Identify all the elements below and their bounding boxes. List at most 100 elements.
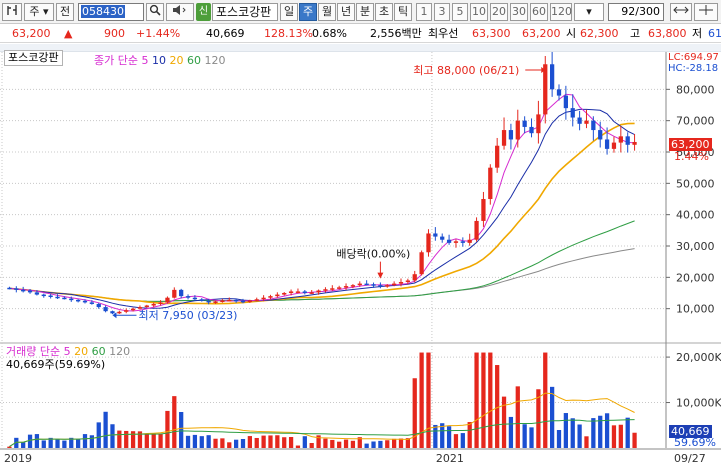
candle-body bbox=[625, 136, 630, 145]
period-tab-0[interactable]: 일 bbox=[280, 3, 298, 21]
candle-body bbox=[179, 289, 184, 297]
candle-body bbox=[62, 297, 67, 300]
candle-body bbox=[89, 302, 94, 304]
minute-tab-30[interactable]: 30 bbox=[510, 3, 528, 21]
volume-bar bbox=[515, 386, 520, 448]
candle-body bbox=[76, 299, 81, 302]
candle-body bbox=[611, 142, 617, 149]
price-tick-label: 80,000 bbox=[676, 83, 715, 96]
price-legend-prefix: 종가 단순 bbox=[94, 54, 138, 67]
volume-bar bbox=[268, 435, 273, 448]
chart-type-icon[interactable] bbox=[2, 3, 22, 21]
minute-tab-1[interactable]: 1 bbox=[416, 3, 432, 21]
volume-bar bbox=[570, 418, 575, 448]
volume-bar bbox=[206, 435, 211, 448]
stock-chart[interactable]: 10,00020,00030,00040,00050,00060,00070,0… bbox=[0, 52, 721, 466]
minute-tab-120[interactable]: 120 bbox=[550, 3, 572, 21]
search-button[interactable] bbox=[146, 3, 164, 21]
volume-bar bbox=[199, 436, 204, 448]
candle-body bbox=[323, 289, 328, 291]
candle-body bbox=[234, 299, 239, 302]
volume-bar bbox=[213, 438, 218, 448]
low-price: 61 bbox=[708, 27, 721, 40]
open-price: 62,300 bbox=[580, 27, 619, 40]
volume-bar bbox=[632, 432, 637, 448]
stock-code-input[interactable]: 058430 bbox=[78, 3, 144, 21]
new-listing-badge: 신 bbox=[196, 3, 211, 21]
minute-tab-20[interactable]: 20 bbox=[490, 3, 508, 21]
zoom-out-icon bbox=[673, 6, 689, 14]
count-input[interactable]: 92/300 bbox=[608, 3, 664, 21]
minute-dropdown[interactable]: ▾ bbox=[574, 3, 604, 21]
ma20-legend: 20 bbox=[169, 54, 184, 67]
period-tab-5[interactable]: 초 bbox=[375, 3, 393, 21]
volume-bar bbox=[556, 430, 562, 448]
candle-body bbox=[124, 310, 129, 312]
volume-bar bbox=[392, 438, 397, 448]
candle-body bbox=[165, 297, 170, 303]
candle-body bbox=[130, 308, 136, 311]
chart-top-strip bbox=[0, 44, 721, 52]
candle-body bbox=[240, 300, 246, 303]
volume-bar bbox=[563, 413, 568, 448]
volume-bar bbox=[254, 437, 259, 448]
volume-bar bbox=[501, 396, 507, 448]
volume-bar bbox=[227, 442, 232, 448]
volume-bar bbox=[282, 437, 287, 448]
volume-bar bbox=[453, 434, 459, 448]
high-label: 고 bbox=[630, 27, 641, 40]
minute-tab-60[interactable]: 60 bbox=[530, 3, 548, 21]
volume-bar bbox=[76, 439, 81, 448]
minute-tab-10[interactable]: 10 bbox=[470, 3, 488, 21]
zoom-in-button[interactable] bbox=[694, 3, 718, 21]
period-tab-3[interactable]: 년 bbox=[337, 3, 355, 21]
minute-tab-3[interactable]: 3 bbox=[434, 3, 450, 21]
turnover-rate: 0.68% bbox=[312, 27, 347, 40]
volume-bar bbox=[481, 352, 486, 448]
volume-bar bbox=[495, 365, 500, 448]
candle-body bbox=[536, 114, 541, 134]
zoom-in-icon bbox=[699, 5, 713, 15]
candle-body bbox=[598, 130, 603, 140]
period-tab-1[interactable]: 주 bbox=[299, 3, 317, 21]
candle-body bbox=[440, 236, 445, 240]
market-select[interactable]: 주 ▾ bbox=[24, 3, 54, 21]
minute-tab-5[interactable]: 5 bbox=[452, 3, 468, 21]
volume-bar bbox=[185, 435, 191, 448]
volume-bar bbox=[179, 412, 184, 448]
candle-body bbox=[302, 291, 307, 293]
price-ma-legend[interactable]: 종가 단순 5 10 20 60 120 bbox=[94, 52, 225, 68]
candle-body bbox=[27, 290, 33, 293]
price-tick-label: 20,000 bbox=[676, 271, 715, 284]
candle-body bbox=[288, 291, 294, 293]
volume-bar bbox=[584, 436, 589, 448]
zoom-out-button[interactable] bbox=[670, 3, 692, 21]
candle-body bbox=[529, 126, 534, 134]
candle-body bbox=[48, 295, 53, 298]
ma5-legend: 5 bbox=[141, 54, 149, 67]
price-tick-label: 30,000 bbox=[676, 240, 715, 253]
volume-bar bbox=[34, 434, 40, 448]
sound-button[interactable] bbox=[166, 3, 194, 21]
speaker-icon bbox=[173, 5, 186, 15]
period-tab-4[interactable]: 분 bbox=[356, 3, 374, 21]
volume-bar bbox=[82, 434, 88, 448]
x-label-current-date: 09/27 bbox=[674, 452, 706, 465]
period-tab-6[interactable]: 틱 bbox=[394, 3, 412, 21]
high-price: 63,800 bbox=[648, 27, 687, 40]
candle-body bbox=[227, 299, 232, 302]
volume-bar bbox=[577, 424, 582, 448]
candle-body bbox=[117, 311, 122, 314]
volume-bar bbox=[158, 433, 163, 448]
volume-bar bbox=[611, 425, 617, 448]
candle-body bbox=[103, 307, 108, 312]
stock-code-text: 058430 bbox=[81, 5, 125, 18]
prev-button[interactable]: 전 bbox=[56, 3, 74, 21]
candle-body bbox=[364, 283, 369, 286]
period-tab-2[interactable]: 월 bbox=[318, 3, 336, 21]
price-tick-label: 10,000 bbox=[676, 303, 715, 316]
candle-body bbox=[398, 282, 404, 284]
candle-body bbox=[412, 274, 417, 281]
volume-tick-label: 20,000K bbox=[676, 351, 721, 364]
volume-bar bbox=[89, 435, 94, 448]
